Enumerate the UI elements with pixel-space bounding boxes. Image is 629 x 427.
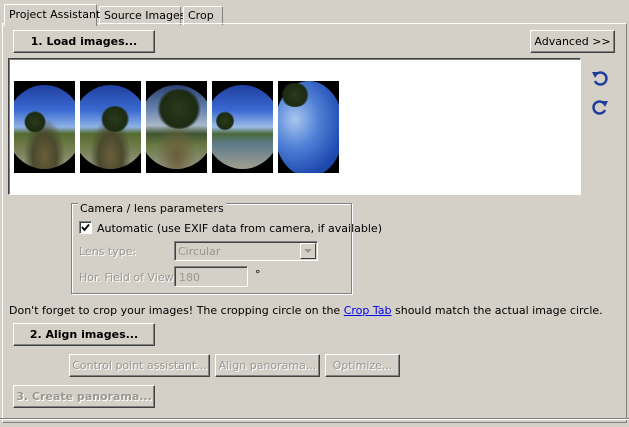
hfov-value: 180: [179, 271, 200, 284]
tab-label: Source Images: [104, 9, 186, 22]
automatic-checkbox[interactable]: [79, 221, 92, 234]
camera-lens-group-title: Camera / lens parameters: [78, 202, 226, 215]
image-thumbnail[interactable]: [212, 81, 273, 173]
lens-type-select[interactable]: Circular: [174, 241, 318, 261]
image-preview-area: [8, 58, 581, 195]
image-thumbnail[interactable]: [278, 81, 339, 173]
optimize-button[interactable]: Optimize...: [325, 354, 400, 377]
control-point-assistant-button[interactable]: Control point assistant...: [69, 354, 210, 377]
lens-type-label: Lens type:: [79, 245, 137, 258]
crop-hint-after: should match the actual image circle.: [391, 304, 603, 317]
tab-label: Crop: [188, 9, 214, 22]
align-images-button[interactable]: 2. Align images...: [13, 323, 155, 346]
image-thumbnail[interactable]: [14, 81, 75, 173]
crop-tab-link[interactable]: Crop Tab: [344, 304, 392, 317]
rotate-ccw-icon[interactable]: [590, 68, 610, 88]
automatic-checkbox-label[interactable]: Automatic (use EXIF data from camera, if…: [97, 222, 382, 235]
hfov-label: Hor. Field of View:: [79, 271, 177, 284]
checkmark-icon: [81, 223, 90, 232]
create-panorama-button[interactable]: 3. Create panorama...: [13, 385, 155, 408]
chevron-down-icon[interactable]: [300, 243, 316, 259]
image-thumbnail[interactable]: [146, 81, 207, 173]
status-bar: [0, 418, 629, 427]
rotate-cw-icon[interactable]: [590, 97, 610, 117]
tab-label: Project Assistant: [9, 8, 101, 21]
crop-hint-text: Don't forget to crop your images! The cr…: [9, 304, 603, 317]
crop-hint-before: Don't forget to crop your images! The cr…: [9, 304, 344, 317]
tab-project-assistant[interactable]: Project Assistant: [4, 4, 101, 26]
hfov-unit: °: [255, 268, 261, 281]
hfov-input[interactable]: 180: [174, 266, 248, 287]
image-thumbnail[interactable]: [80, 81, 141, 173]
lens-type-value: Circular: [178, 245, 221, 258]
load-images-button[interactable]: 1. Load images...: [13, 30, 155, 53]
align-panorama-button[interactable]: Align panorama...: [215, 354, 320, 377]
advanced-button[interactable]: Advanced >>: [530, 30, 615, 53]
